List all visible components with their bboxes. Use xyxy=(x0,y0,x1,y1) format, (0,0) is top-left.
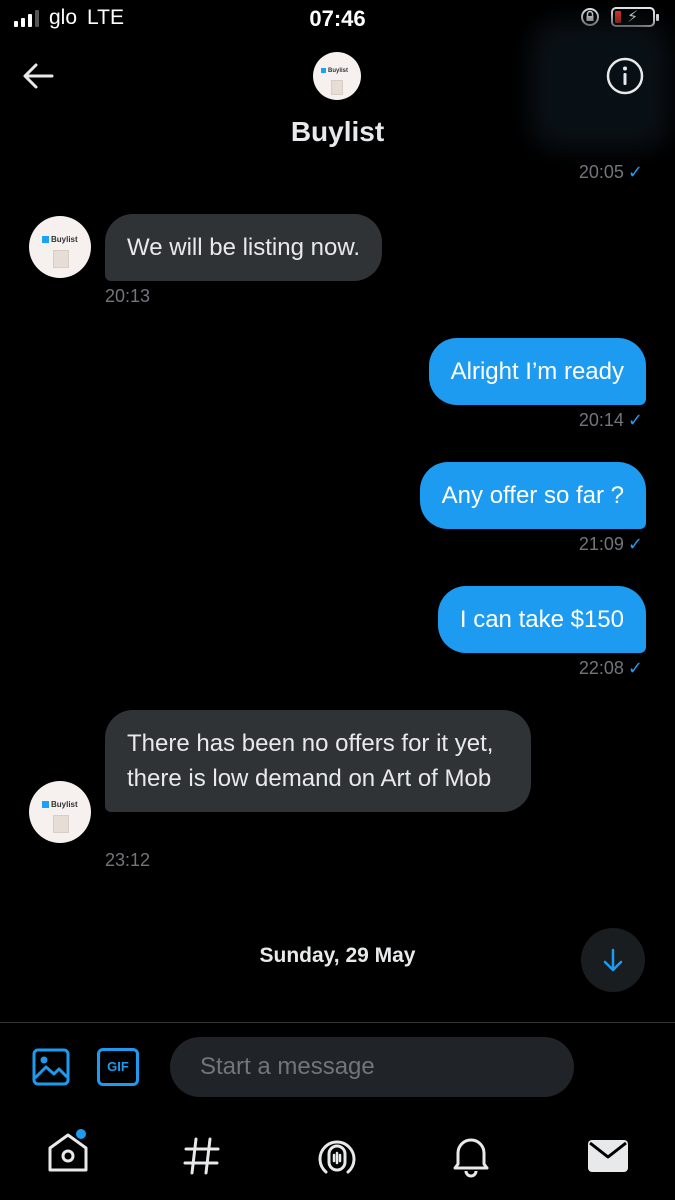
info-icon[interactable] xyxy=(605,56,645,96)
message-bubble-incoming[interactable]: We will be listing now. xyxy=(105,214,382,281)
scroll-to-bottom-button[interactable] xyxy=(581,928,645,992)
message-input[interactable] xyxy=(170,1037,574,1097)
message-timestamp: 20:13 xyxy=(105,286,151,306)
header-avatar[interactable]: Buylist xyxy=(313,52,361,100)
message-bubble-outgoing[interactable]: I can take $150 xyxy=(437,586,646,653)
unread-dot xyxy=(76,1129,86,1139)
sender-avatar[interactable]: Buylist xyxy=(29,216,91,278)
back-arrow-icon[interactable] xyxy=(18,56,58,96)
mail-icon[interactable] xyxy=(586,1136,630,1176)
message-timestamp: 20:14 ✓ xyxy=(578,410,643,430)
message-bubble-outgoing[interactable]: Alright I’m ready xyxy=(428,338,646,405)
read-check-icon: ✓ xyxy=(627,658,643,678)
read-check-icon: ✓ xyxy=(627,410,643,430)
composer-divider xyxy=(0,1022,675,1023)
image-icon[interactable] xyxy=(32,1048,70,1086)
message-bubble-incoming[interactable]: There has been no offers for it yet, the… xyxy=(105,710,531,812)
message-timestamp: 23:12 xyxy=(105,850,151,870)
message-timestamp: 21:09 ✓ xyxy=(578,534,643,554)
conversation-title[interactable]: Buylist xyxy=(0,116,675,148)
sender-avatar[interactable]: Buylist xyxy=(29,781,91,843)
message-timestamp: 20:05 ✓ xyxy=(578,162,643,182)
bell-icon[interactable] xyxy=(448,1132,494,1178)
spaces-icon[interactable] xyxy=(313,1132,361,1180)
read-check-icon: ✓ xyxy=(627,162,643,182)
message-timestamp: 22:08 ✓ xyxy=(578,658,643,678)
voice-wave-icon[interactable] xyxy=(606,1048,642,1086)
arrow-down-icon xyxy=(603,948,623,972)
hashtag-icon[interactable] xyxy=(180,1134,224,1178)
message-bubble-outgoing[interactable]: Any offer so far ? xyxy=(419,462,646,529)
date-separator: Sunday, 29 May xyxy=(259,944,416,967)
gif-button[interactable]: GIF xyxy=(97,1048,139,1086)
home-icon[interactable] xyxy=(44,1128,92,1176)
read-check-icon: ✓ xyxy=(627,534,643,554)
